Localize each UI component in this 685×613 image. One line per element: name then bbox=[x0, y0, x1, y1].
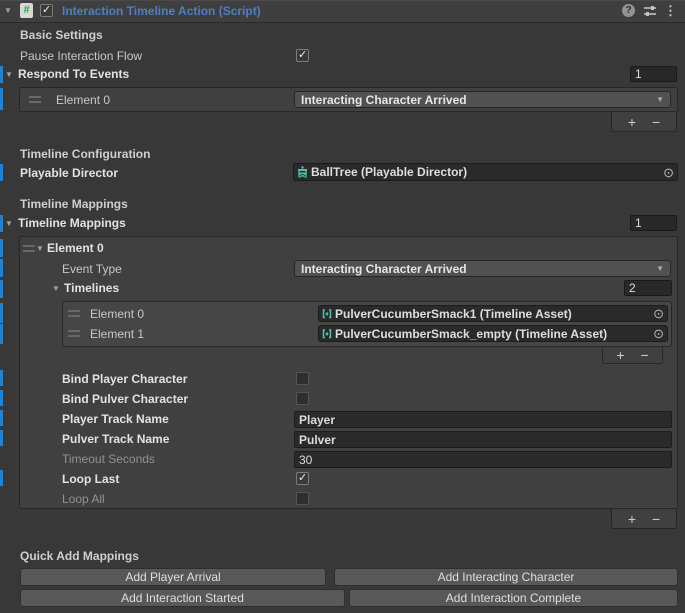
playable-director-icon bbox=[297, 166, 308, 178]
pulver-track-name-field[interactable] bbox=[294, 431, 672, 448]
playable-director-label: Playable Director bbox=[20, 166, 118, 181]
basic-settings-header: Basic Settings bbox=[20, 28, 103, 43]
player-track-name-label: Player Track Name bbox=[62, 412, 169, 427]
respond-to-events-label: Respond To Events bbox=[18, 67, 129, 82]
add-element-button[interactable]: + bbox=[616, 348, 624, 362]
event-type-dropdown[interactable]: Interacting Character Arrived ▼ bbox=[294, 260, 671, 277]
override-indicator bbox=[0, 259, 3, 277]
event-type-label: Event Type bbox=[62, 262, 122, 277]
override-indicator bbox=[0, 215, 3, 232]
remove-element-button[interactable]: − bbox=[652, 512, 660, 526]
object-picker-icon[interactable]: ⊙ bbox=[653, 307, 664, 320]
timelines-foldout-icon[interactable]: ▼ bbox=[52, 284, 60, 294]
chevron-down-icon: ▼ bbox=[656, 95, 664, 104]
remove-element-button[interactable]: − bbox=[641, 348, 649, 362]
remove-element-button[interactable]: − bbox=[652, 115, 660, 129]
loop-last-label: Loop Last bbox=[62, 472, 119, 487]
checkmark-icon: ✓ bbox=[42, 5, 52, 16]
chevron-down-icon: ▼ bbox=[656, 264, 664, 273]
timelines-size-field[interactable] bbox=[624, 280, 672, 296]
add-interaction-complete-button[interactable]: Add Interaction Complete bbox=[349, 589, 678, 607]
timelines-list-footer: + − bbox=[602, 347, 663, 364]
timeline-element1-label: Element 1 bbox=[90, 327, 144, 342]
add-player-arrival-button[interactable]: Add Player Arrival bbox=[20, 568, 326, 586]
override-indicator bbox=[0, 280, 3, 298]
presets-icon[interactable] bbox=[643, 5, 657, 20]
object-field-value: PulverCucumberSmack_empty (Timeline Asse… bbox=[335, 327, 650, 341]
bind-pulver-character-checkbox[interactable]: ✓ bbox=[296, 392, 309, 405]
script-icon: # bbox=[20, 3, 33, 18]
add-element-button[interactable]: + bbox=[628, 512, 636, 526]
timeline-configuration-header: Timeline Configuration bbox=[20, 147, 150, 162]
mappings-list-footer: + − bbox=[611, 509, 677, 529]
quick-add-mappings-header: Quick Add Mappings bbox=[20, 549, 139, 564]
respond-element0-dropdown[interactable]: Interacting Character Arrived ▼ bbox=[294, 91, 671, 108]
object-field-value: BallTree (Playable Director) bbox=[311, 165, 660, 179]
object-picker-icon[interactable]: ⊙ bbox=[653, 327, 664, 340]
object-field-value: PulverCucumberSmack1 (Timeline Asset) bbox=[335, 307, 650, 321]
override-indicator bbox=[0, 239, 3, 257]
pause-interaction-flow-checkbox[interactable]: ✓ bbox=[296, 49, 309, 62]
drag-handle-icon[interactable] bbox=[29, 96, 41, 103]
override-indicator bbox=[0, 410, 3, 426]
loop-all-label: Loop All bbox=[62, 492, 105, 507]
override-indicator bbox=[0, 430, 3, 446]
component-title: Interaction Timeline Action (Script) bbox=[62, 4, 261, 19]
playable-director-field[interactable]: BallTree (Playable Director) ⊙ bbox=[293, 163, 678, 181]
timeline-element0-field[interactable]: PulverCucumberSmack1 (Timeline Asset) ⊙ bbox=[318, 305, 668, 322]
bind-player-character-checkbox[interactable]: ✓ bbox=[296, 372, 309, 385]
mapping-element0-foldout-icon[interactable]: ▼ bbox=[36, 244, 44, 254]
bind-pulver-character-label: Bind Pulver Character bbox=[62, 392, 188, 407]
dropdown-value: Interacting Character Arrived bbox=[301, 93, 656, 107]
timeline-mappings-header: Timeline Mappings bbox=[20, 197, 128, 212]
respond-size-field[interactable] bbox=[630, 66, 677, 82]
add-interaction-started-button[interactable]: Add Interaction Started bbox=[20, 589, 345, 607]
override-indicator bbox=[0, 370, 3, 386]
dropdown-value: Interacting Character Arrived bbox=[301, 262, 656, 276]
timeline-asset-icon bbox=[322, 329, 332, 339]
override-indicator bbox=[0, 470, 3, 486]
drag-handle-icon[interactable] bbox=[68, 330, 80, 337]
loop-last-checkbox[interactable]: ✓ bbox=[296, 472, 309, 485]
component-foldout-icon[interactable]: ▼ bbox=[4, 6, 12, 16]
override-indicator bbox=[0, 66, 3, 83]
add-interacting-character-button[interactable]: Add Interacting Character bbox=[334, 568, 678, 586]
player-track-name-field[interactable] bbox=[294, 411, 672, 428]
respond-list-footer: + − bbox=[611, 112, 677, 132]
respond-foldout-icon[interactable]: ▼ bbox=[5, 70, 13, 80]
unity-inspector-component: ▼ # ✓ Interaction Timeline Action (Scrip… bbox=[0, 0, 685, 613]
mapping-element0-label: Element 0 bbox=[47, 241, 104, 256]
pause-interaction-flow-label: Pause Interaction Flow bbox=[20, 49, 142, 64]
override-indicator bbox=[0, 88, 3, 110]
drag-handle-icon[interactable] bbox=[23, 245, 35, 252]
checkmark-icon: ✓ bbox=[298, 50, 308, 61]
mappings-size-field[interactable] bbox=[630, 215, 677, 231]
override-indicator bbox=[0, 164, 3, 181]
object-picker-icon[interactable]: ⊙ bbox=[663, 166, 674, 179]
timeout-seconds-label: Timeout Seconds bbox=[62, 452, 155, 467]
timeline-asset-icon bbox=[322, 309, 332, 319]
override-indicator bbox=[0, 390, 3, 406]
timeout-seconds-field[interactable] bbox=[294, 451, 672, 468]
override-indicator bbox=[0, 303, 3, 323]
override-indicator bbox=[0, 324, 3, 344]
bind-player-character-label: Bind Player Character bbox=[62, 372, 187, 387]
pulver-track-name-label: Pulver Track Name bbox=[62, 432, 169, 447]
help-icon[interactable]: ? bbox=[622, 4, 635, 17]
drag-handle-icon[interactable] bbox=[68, 310, 80, 317]
add-element-button[interactable]: + bbox=[628, 115, 636, 129]
timeline-element1-field[interactable]: PulverCucumberSmack_empty (Timeline Asse… bbox=[318, 325, 668, 342]
context-menu-icon[interactable]: ⋮ bbox=[664, 4, 677, 17]
timelines-label: Timelines bbox=[64, 281, 119, 296]
component-enabled-checkbox[interactable]: ✓ bbox=[40, 4, 53, 17]
respond-element0-label: Element 0 bbox=[56, 93, 110, 108]
loop-all-checkbox[interactable]: ✓ bbox=[296, 492, 309, 505]
timeline-element0-label: Element 0 bbox=[90, 307, 144, 322]
checkmark-icon: ✓ bbox=[298, 473, 308, 484]
timeline-mappings-foldout-label: Timeline Mappings bbox=[18, 216, 126, 231]
mappings-foldout-icon[interactable]: ▼ bbox=[5, 219, 13, 229]
